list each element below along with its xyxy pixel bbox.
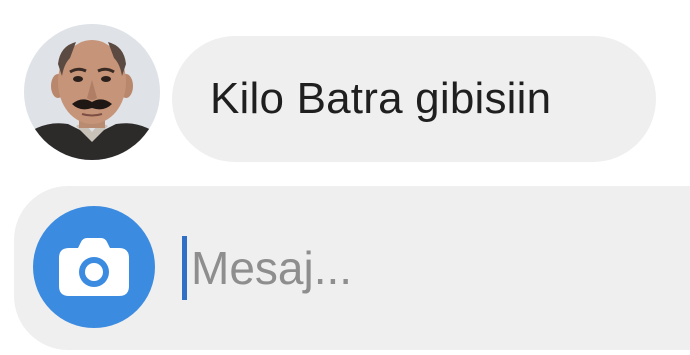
message-field[interactable] (182, 228, 662, 308)
camera-button[interactable] (33, 206, 155, 328)
avatar[interactable] (24, 24, 160, 160)
text-caret (182, 236, 187, 300)
incoming-message-row: Kilo Batra gibisiin (0, 0, 690, 185)
message-composer (14, 186, 690, 350)
message-input[interactable] (191, 233, 631, 303)
contact-avatar-photo (24, 24, 160, 160)
message-bubble[interactable]: Kilo Batra gibisiin (172, 36, 656, 162)
chat-screen: Kilo Batra gibisiin (0, 0, 690, 355)
camera-icon (59, 238, 129, 296)
message-text: Kilo Batra gibisiin (210, 74, 552, 123)
